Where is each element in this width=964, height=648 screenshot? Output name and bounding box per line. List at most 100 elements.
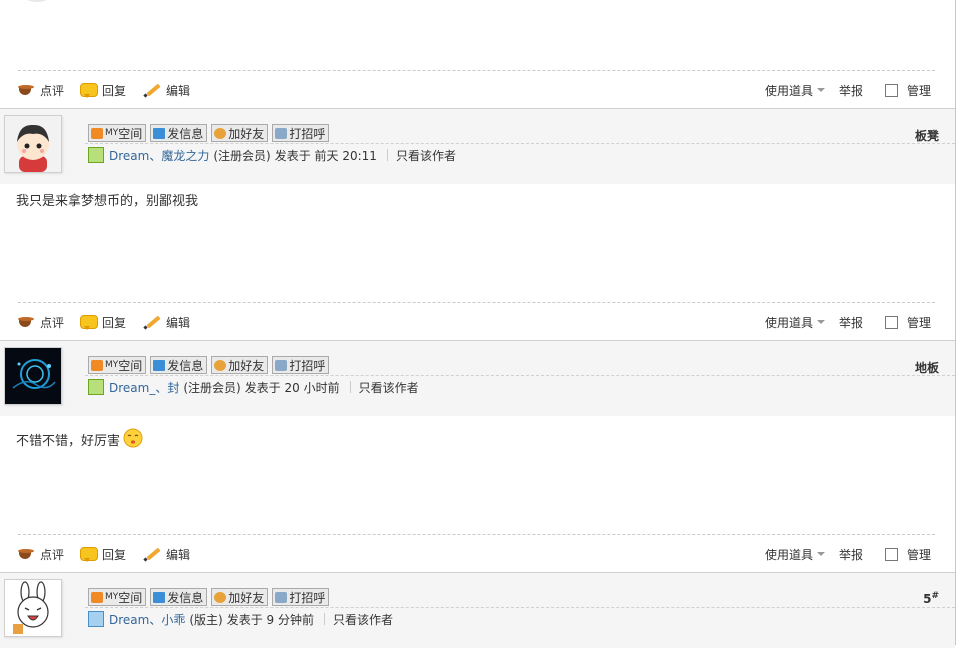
avatar[interactable]	[4, 347, 62, 405]
handshake-icon	[214, 359, 227, 371]
post-author-info: Dream、魔龙之力 (注册会员) 发表于 前天 20:11 只看该作者	[88, 147, 456, 163]
author-link[interactable]: Dream_、封	[109, 379, 179, 396]
greet-button[interactable]: 打招呼	[272, 588, 330, 606]
checkbox[interactable]	[885, 83, 898, 97]
floor-number[interactable]: 板凳	[915, 127, 939, 144]
author-link[interactable]: Dream、小乖	[109, 611, 185, 628]
user-status-icon	[88, 611, 104, 627]
coffee-cup-icon	[18, 314, 36, 330]
profile-buttons: MY 空间 发信息 加好友 打招呼	[88, 356, 330, 374]
post-time: 发表于 前天 20:11	[274, 148, 377, 163]
edit-button[interactable]: 编辑	[144, 313, 190, 331]
pencil-icon	[144, 82, 162, 98]
use-tools-menu[interactable]: 使用道具	[765, 313, 826, 331]
separator	[349, 381, 351, 393]
edit-button[interactable]: 编辑	[144, 81, 190, 99]
envelope-icon	[153, 127, 166, 139]
dropdown-arrow-icon	[817, 88, 826, 92]
kiss-smiley-icon	[123, 428, 143, 448]
post-header: MY 空间 发信息 加好友 打招呼 Dream、魔龙之力 (注册会员) 发表于 前…	[0, 108, 955, 184]
home-icon	[91, 359, 103, 371]
report-button[interactable]: 举报	[839, 313, 863, 331]
handshake-icon	[214, 127, 227, 139]
greet-button[interactable]: 打招呼	[272, 124, 330, 142]
edit-button[interactable]: 编辑	[144, 545, 190, 563]
manage-checkbox[interactable]: 管理	[885, 81, 931, 99]
avatar[interactable]	[4, 115, 62, 173]
my-space-button[interactable]: MY 空间	[88, 356, 147, 374]
only-author-link[interactable]: 只看该作者	[333, 611, 393, 628]
add-friend-button[interactable]: 加好友	[211, 356, 269, 374]
speech-bubble-icon	[80, 546, 98, 562]
coffee-cup-icon	[18, 546, 36, 562]
avatar[interactable]	[4, 579, 62, 637]
divider	[18, 70, 935, 71]
greet-icon	[275, 591, 288, 603]
white-rabbit-avatar-icon	[5, 580, 61, 636]
only-author-link[interactable]: 只看该作者	[396, 147, 456, 164]
envelope-icon	[153, 591, 166, 603]
profile-buttons: MY 空间 发信息 加好友 打招呼	[88, 124, 330, 142]
author-role: (注册会员)	[183, 380, 241, 395]
send-message-button[interactable]: 发信息	[150, 124, 208, 142]
profile-buttons: MY 空间 发信息 加好友 打招呼	[88, 588, 330, 606]
pencil-icon	[144, 546, 162, 562]
send-message-button[interactable]: 发信息	[150, 588, 208, 606]
add-friend-button[interactable]: 加好友	[211, 588, 269, 606]
comment-button[interactable]: 点评	[18, 313, 64, 331]
report-button[interactable]: 举报	[839, 81, 863, 99]
use-tools-menu[interactable]: 使用道具	[765, 81, 826, 99]
comment-button[interactable]: 点评	[18, 81, 64, 99]
report-button[interactable]: 举报	[839, 545, 863, 563]
post-time: 发表于 20 小时前	[244, 380, 340, 395]
post-content: 我只是来拿梦想币的，别鄙视我	[16, 194, 199, 209]
user-status-icon	[88, 147, 104, 163]
only-author-link[interactable]: 只看该作者	[359, 379, 419, 396]
separator	[323, 613, 325, 625]
home-icon	[91, 591, 103, 603]
post-actions-bar: 点评 回复 编辑 使用道具 举报 管理	[0, 541, 955, 567]
cartoon-boy-avatar-icon	[5, 116, 61, 172]
dropdown-arrow-icon	[817, 552, 826, 556]
checkbox[interactable]	[885, 315, 898, 329]
floor-number[interactable]: 地板	[915, 359, 939, 376]
dropdown-arrow-icon	[817, 320, 826, 324]
speech-bubble-icon	[80, 82, 98, 98]
handshake-icon	[214, 591, 227, 603]
post-time: 发表于 9 分钟前	[226, 612, 314, 627]
my-space-button[interactable]: MY 空间	[88, 588, 147, 606]
post-header: MY 空间 发信息 加好友 打招呼 Dream、小乖 (版主) 发表于 9 分钟前…	[0, 572, 955, 648]
author-role: (版主)	[189, 612, 223, 627]
greet-icon	[275, 359, 288, 371]
manage-checkbox[interactable]: 管理	[885, 313, 931, 331]
use-tools-menu[interactable]: 使用道具	[765, 545, 826, 563]
comment-button[interactable]: 点评	[18, 545, 64, 563]
post-header: MY 空间 发信息 加好友 打招呼 Dream_、封 (注册会员) 发表于 20 …	[0, 340, 955, 416]
author-link[interactable]: Dream、魔龙之力	[109, 147, 209, 164]
post-actions-bar: 点评 回复 编辑 使用道具 举报 管理	[0, 77, 955, 103]
manage-checkbox[interactable]: 管理	[885, 545, 931, 563]
my-space-button[interactable]: MY 空间	[88, 124, 147, 142]
coffee-cup-icon	[18, 82, 36, 98]
divider	[18, 302, 935, 303]
divider	[85, 607, 955, 608]
greet-icon	[275, 127, 288, 139]
add-friend-button[interactable]: 加好友	[211, 124, 269, 142]
floor-number[interactable]: 5#	[923, 591, 939, 606]
post-actions-bar: 点评 回复 编辑 使用道具 举报 管理	[0, 309, 955, 335]
previous-post-avatar-fragment	[22, 0, 52, 2]
send-message-button[interactable]: 发信息	[150, 356, 208, 374]
post-content: 不错不错，好厉害	[16, 428, 144, 449]
reply-button[interactable]: 回复	[80, 545, 126, 563]
envelope-icon	[153, 359, 166, 371]
greet-button[interactable]: 打招呼	[272, 356, 330, 374]
post-author-info: Dream_、封 (注册会员) 发表于 20 小时前 只看该作者	[88, 379, 419, 395]
dark-circuit-avatar-icon	[5, 348, 61, 404]
divider	[85, 143, 955, 144]
checkbox[interactable]	[885, 547, 898, 561]
reply-button[interactable]: 回复	[80, 81, 126, 99]
reply-button[interactable]: 回复	[80, 313, 126, 331]
divider	[18, 534, 935, 535]
separator	[386, 149, 388, 161]
home-icon	[91, 127, 103, 139]
